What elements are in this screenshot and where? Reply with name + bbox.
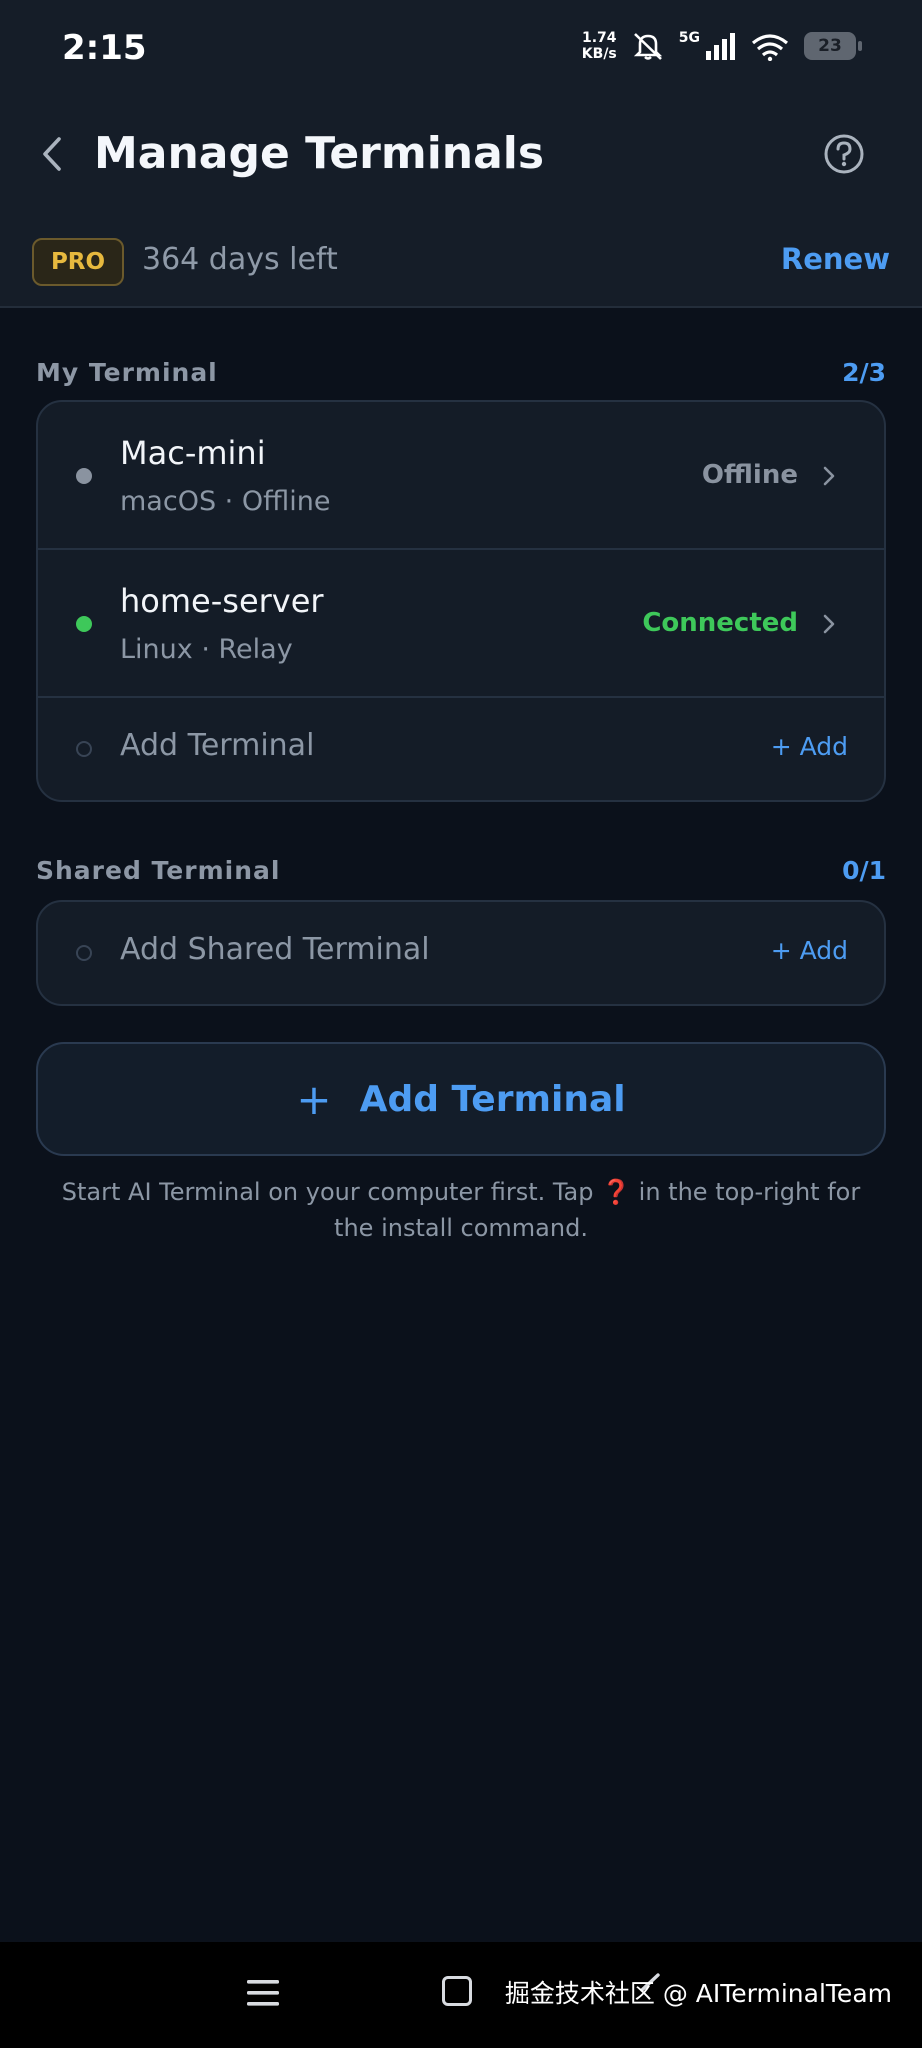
- chevron-left-icon: [43, 137, 61, 171]
- page-title: Manage Terminals: [94, 128, 545, 179]
- terminal-os: Linux: [120, 634, 193, 665]
- terminal-mode: Relay: [218, 634, 293, 665]
- install-hint: Start AI Terminal on your computer first…: [40, 1174, 882, 1246]
- chevron-right-icon: [823, 614, 835, 634]
- chevron-right-icon: [823, 466, 835, 486]
- battery-level: 23: [818, 36, 842, 56]
- terminal-subtitle: macOS · Offline: [120, 486, 331, 517]
- help-button[interactable]: [822, 132, 866, 176]
- days-left: 364 days left: [142, 242, 338, 277]
- add-terminal-link[interactable]: + Add: [771, 732, 848, 761]
- question-circle-icon: [824, 134, 864, 174]
- add-terminal-row[interactable]: Add Terminal + Add: [38, 698, 884, 800]
- net-speed: 1.74 KB/s: [582, 30, 617, 62]
- home-icon[interactable]: [442, 1976, 472, 2006]
- mute-bell-icon: [633, 33, 662, 60]
- hint-text-before: Start AI Terminal on your computer first…: [61, 1178, 594, 1206]
- question-mark-icon: ❓: [601, 1178, 632, 1206]
- terminal-status: Offline: [701, 460, 798, 490]
- add-shared-terminal-link[interactable]: + Add: [771, 936, 848, 965]
- status-icons: 1.74 KB/s 5G 23: [582, 30, 862, 62]
- empty-slot-dot: [76, 741, 92, 757]
- network-type: 5G: [678, 30, 700, 46]
- terminal-row-home-server[interactable]: home-server Linux · Relay Connected: [38, 550, 884, 698]
- shared-terminal-card: Add Shared Terminal + Add: [36, 900, 886, 1006]
- wifi-icon: [751, 34, 789, 61]
- back-button[interactable]: [34, 130, 70, 178]
- watermark: 掘金技术社区 @ AITerminalTeam: [504, 1979, 892, 2008]
- terminal-subtitle: Linux · Relay: [120, 634, 293, 665]
- system-nav-bar: 掘金技术社区 @ AITerminalTeam: [0, 1942, 922, 2048]
- net-speed-value: 1.74: [582, 30, 617, 46]
- shared-terminal-count: 0/1: [842, 856, 886, 885]
- add-shared-terminal-row[interactable]: Add Shared Terminal + Add: [38, 902, 884, 1004]
- status-time: 2:15: [62, 28, 147, 68]
- my-terminal-label: My Terminal: [36, 358, 218, 387]
- offline-status-dot: [76, 468, 92, 484]
- menu-icon[interactable]: [246, 1978, 280, 2008]
- connected-status-dot: [76, 616, 92, 632]
- terminal-name: home-server: [120, 582, 324, 620]
- add-terminal-label: Add Terminal: [120, 728, 315, 763]
- my-terminal-card: Mac-mini macOS · Offline Offline home-se…: [36, 400, 886, 802]
- terminal-status: Connected: [642, 608, 798, 638]
- header-divider: [0, 306, 922, 308]
- add-terminal-button[interactable]: + Add Terminal: [36, 1042, 886, 1156]
- signal-icon: [706, 33, 735, 60]
- terminal-name: Mac-mini: [120, 434, 266, 472]
- my-terminal-count: 2/3: [842, 358, 886, 387]
- terminal-row-mac-mini[interactable]: Mac-mini macOS · Offline Offline: [38, 402, 884, 550]
- battery-indicator: 23: [804, 32, 862, 60]
- terminal-mode: Offline: [241, 486, 331, 517]
- plus-icon: +: [296, 1074, 332, 1124]
- renew-link[interactable]: Renew: [781, 242, 890, 276]
- terminal-os: macOS: [120, 486, 217, 517]
- pro-badge: PRO: [32, 238, 124, 286]
- empty-slot-dot: [76, 945, 92, 961]
- shared-terminal-label: Shared Terminal: [36, 856, 281, 885]
- net-speed-unit: KB/s: [581, 46, 617, 62]
- add-terminal-button-label: Add Terminal: [359, 1078, 626, 1120]
- add-shared-terminal-label: Add Shared Terminal: [120, 932, 430, 967]
